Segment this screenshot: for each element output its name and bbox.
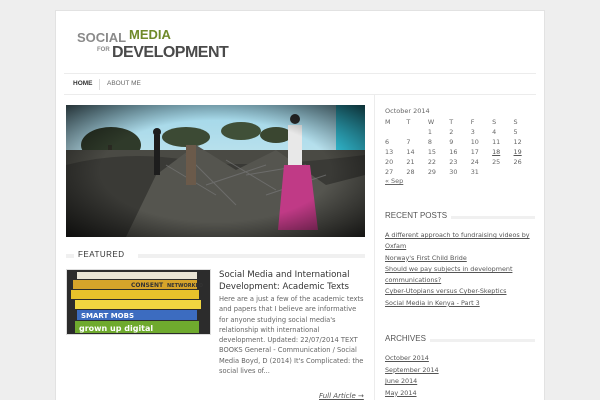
calendar-day[interactable]: 18 (492, 147, 513, 157)
logo-word-for: FOR (97, 47, 110, 53)
featured-heading-bar-left (66, 254, 74, 258)
calendar-weekday: T (406, 118, 411, 126)
calendar-day: 6 (385, 138, 390, 146)
site-logo[interactable]: SOCIAL MEDIA FOR DEVELOPMENT (77, 27, 229, 64)
calendar-day: 21 (406, 158, 415, 166)
calendar-table: MTWTFSS 1 2 3 4 5 6 7 8 9 10 11 12 13 14 15 16 17 18 19 20 2… (385, 117, 535, 177)
calendar-widget: October 2014 MTWTFSS 1 2 3 4 5 6 7 8 9 10 11 12 13 14… (385, 107, 535, 185)
calendar-day: 31 (470, 168, 479, 176)
archive-link[interactable]: September 2014 (385, 365, 537, 377)
recent-post-link[interactable]: A different approach to fundraising vide… (385, 230, 537, 253)
nav-home[interactable]: HOME (73, 80, 93, 87)
recent-post-link[interactable]: Social Media in Kenya - Part 3 (385, 298, 537, 309)
calendar-day: 11 (492, 138, 501, 146)
calendar-day: 27 (385, 168, 394, 176)
featured-article-title[interactable]: Social Media and International Developme… (219, 269, 364, 293)
featured-article-thumbnail[interactable]: CONSENT NETWORKED SMART MOBS grown up di… (66, 269, 211, 335)
calendar-weekday: S (513, 118, 518, 126)
calendar-day (514, 167, 535, 177)
logo-word-social: SOCIAL (77, 30, 127, 45)
calendar-day: 29 (427, 168, 436, 176)
nav-separator (99, 79, 100, 90)
calendar-day: 25 (492, 158, 501, 166)
book-networked: NETWORKED (167, 283, 203, 289)
recent-post-link[interactable]: Cyber-Utopians versus Cyber-Skeptics (385, 286, 537, 297)
calendar-day: 20 (385, 158, 394, 166)
hero-photo (66, 105, 365, 237)
calendar-weekday: F (470, 118, 475, 126)
featured-article-excerpt: Here are a just a few of the academic te… (219, 295, 364, 376)
featured-hero-image[interactable] (66, 105, 365, 237)
book-smart-mobs: SMART MOBS (81, 312, 134, 320)
calendar-day: 8 (427, 138, 432, 146)
archives-title-row: ARCHIVES (385, 334, 535, 346)
calendar-day: 10 (470, 138, 479, 146)
calendar-day: 13 (385, 148, 394, 156)
calendar-day: 5 (513, 128, 518, 136)
main-navigation: HOME ABOUT ME (64, 73, 536, 95)
recent-posts-title-row: RECENT POSTS (385, 211, 535, 223)
calendar-prev-link[interactable]: « Sep (385, 177, 535, 185)
calendar-day: 26 (513, 158, 522, 166)
recent-post-link[interactable]: Should we pay subjects in development co… (385, 264, 537, 287)
recent-posts-title: RECENT POSTS (385, 211, 452, 220)
calendar-day: 12 (513, 138, 522, 146)
book-grown-up-digital: grown up digital (79, 324, 153, 333)
calendar-weekday: W (427, 118, 435, 126)
calendar-day (385, 127, 406, 137)
calendar-weekday: T (449, 118, 454, 126)
calendar-day: 22 (427, 158, 436, 166)
calendar-day: 28 (406, 168, 415, 176)
recent-post-link[interactable]: Norway's First Child Bride (385, 253, 537, 264)
calendar-day (406, 127, 427, 137)
calendar-day (492, 167, 513, 177)
book-stack-photo: CONSENT NETWORKED SMART MOBS grown up di… (67, 270, 210, 334)
calendar-day: 9 (449, 138, 454, 146)
calendar-day[interactable]: 19 (514, 147, 535, 157)
calendar-day: 7 (406, 138, 411, 146)
recent-posts-list: A different approach to fundraising vide… (385, 230, 537, 309)
nav-about-me[interactable]: ABOUT ME (107, 80, 141, 87)
calendar-day: 3 (470, 128, 475, 136)
featured-heading-row: FEATURED (66, 248, 365, 262)
calendar-day: 1 (427, 128, 432, 136)
calendar-caption: October 2014 (385, 107, 430, 115)
logo-word-media: MEDIA (129, 27, 171, 42)
logo-word-development: DEVELOPMENT (112, 44, 229, 61)
featured-heading: FEATURED (78, 250, 125, 259)
calendar-day: 14 (406, 148, 415, 156)
calendar-day: 24 (470, 158, 479, 166)
calendar-day: 23 (449, 158, 458, 166)
book-consent: CONSENT (131, 282, 164, 289)
full-article-link[interactable]: Full Article → (319, 392, 364, 400)
calendar-day: 30 (449, 168, 458, 176)
archives-title: ARCHIVES (385, 334, 430, 343)
featured-heading-bar (138, 254, 365, 258)
calendar-day: 17 (470, 148, 479, 156)
archive-link[interactable]: June 2014 (385, 376, 537, 388)
calendar-weekday: M (385, 118, 391, 126)
calendar-day: 2 (449, 128, 454, 136)
calendar-day: 16 (449, 148, 458, 156)
calendar-day: 15 (427, 148, 436, 156)
archive-link[interactable]: May 2014 (385, 388, 537, 400)
archive-link[interactable]: October 2014 (385, 353, 537, 365)
archives-list: October 2014 September 2014 June 2014 May 2… (385, 353, 537, 399)
calendar-day: 4 (492, 128, 497, 136)
column-divider (374, 95, 375, 400)
calendar-weekday: S (492, 118, 497, 126)
page-container: SOCIAL MEDIA FOR DEVELOPMENT HOME ABOUT … (55, 10, 545, 400)
